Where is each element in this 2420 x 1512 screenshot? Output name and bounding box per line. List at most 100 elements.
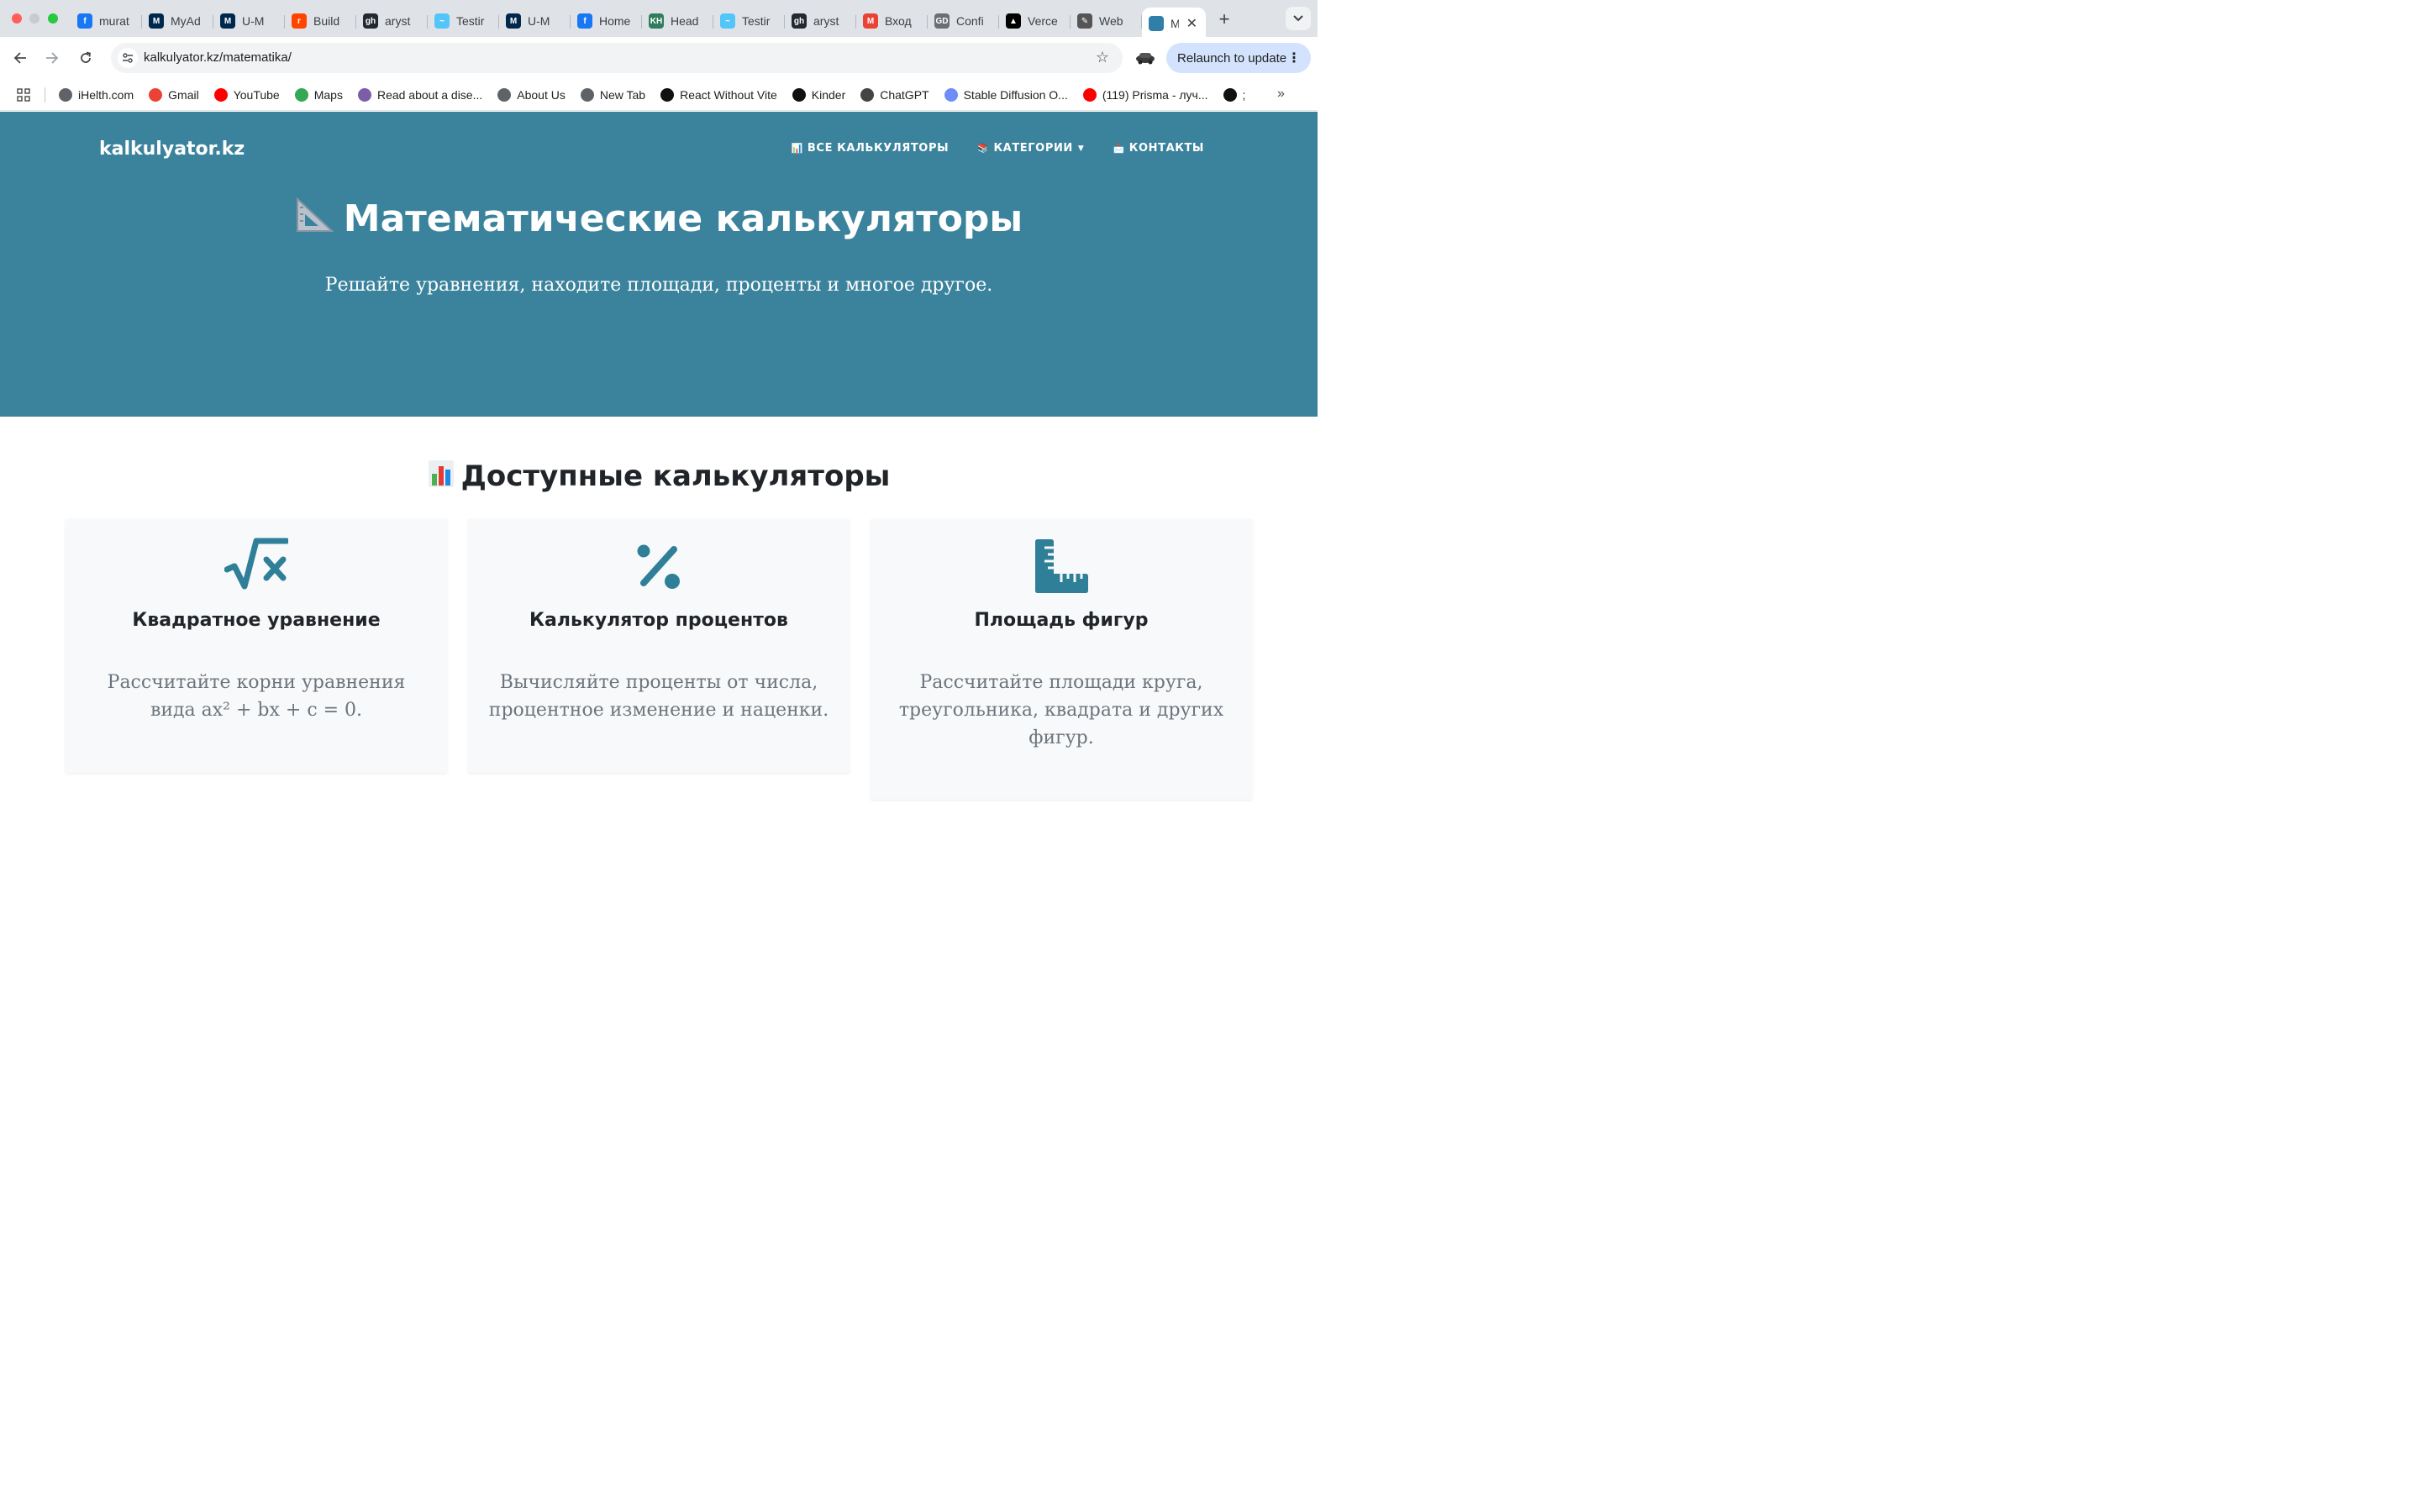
browser-tab[interactable]: M Вход bbox=[856, 8, 928, 34]
square-root-icon bbox=[224, 538, 288, 590]
browser-window: f murat M MyAd M U-M r Build gh aryst ~ Testir M U-M f… bbox=[0, 0, 1318, 823]
browser-tab[interactable]: gh aryst bbox=[356, 8, 428, 34]
calculator-card-percent[interactable]: Калькулятор процентов Вычисляйте процент… bbox=[468, 519, 850, 773]
percent-icon bbox=[637, 544, 680, 589]
bookmark-item[interactable]: Gmail bbox=[149, 88, 199, 102]
tab-title: murat bbox=[99, 14, 129, 28]
bookmark-label: ; bbox=[1242, 88, 1246, 102]
extension-icon[interactable] bbox=[1134, 49, 1156, 66]
close-tab-icon[interactable]: ✕ bbox=[1186, 15, 1197, 32]
browser-tab[interactable]: M U-M bbox=[499, 8, 571, 34]
bookmark-item[interactable]: About Us bbox=[497, 88, 566, 102]
browser-tab[interactable]: f Home bbox=[571, 8, 642, 34]
browser-tab[interactable]: ✎ Web bbox=[1071, 8, 1142, 34]
main-nav: 📊 ВСЕ КАЛЬКУЛЯТОРЫ 📚 КАТЕГОРИИ ▼ 📩 КОНТА… bbox=[763, 142, 1204, 155]
site-info-icon[interactable] bbox=[118, 48, 138, 68]
browser-tab[interactable]: ~ Testir bbox=[428, 8, 499, 34]
browser-tab[interactable]: GD Confi bbox=[928, 8, 999, 34]
bookmark-favicon-icon bbox=[213, 88, 228, 102]
bookmark-item[interactable]: iHelth.com bbox=[59, 88, 134, 102]
tab-favicon-icon: KH bbox=[649, 13, 664, 29]
tab-search-button[interactable] bbox=[1286, 7, 1311, 30]
new-tab-button[interactable]: + bbox=[1213, 8, 1235, 30]
tab-favicon-icon: ~ bbox=[720, 13, 735, 29]
bookmark-item[interactable]: Read about a dise... bbox=[357, 88, 482, 102]
bookmark-star-icon[interactable]: ☆ bbox=[1096, 49, 1109, 66]
bookmark-label: Maps bbox=[313, 88, 343, 102]
page-title: Математические калькуляторы bbox=[0, 197, 1318, 240]
tab-title: Web bbox=[1099, 14, 1123, 28]
nav-label: ВСЕ КАЛЬКУЛЯТОРЫ bbox=[807, 142, 950, 155]
browser-tab[interactable]: gh aryst bbox=[785, 8, 856, 34]
bookmark-favicon-icon bbox=[149, 88, 163, 102]
forward-button[interactable] bbox=[42, 48, 62, 68]
bookmark-item[interactable]: Kinder bbox=[792, 88, 845, 102]
tab-title: Testir bbox=[742, 14, 771, 28]
bookmark-item[interactable]: ChatGPT bbox=[860, 88, 929, 102]
browser-tab[interactable]: r Build bbox=[285, 8, 356, 34]
bookmark-item[interactable]: Stable Diffusion O... bbox=[944, 88, 1068, 102]
tab-title: Confi bbox=[956, 14, 984, 28]
tab-title: MyAd bbox=[171, 14, 201, 28]
browser-tab[interactable]: M U-M bbox=[213, 8, 285, 34]
minimize-window-button[interactable] bbox=[29, 13, 39, 24]
address-bar[interactable]: kalkulyator.kz/matematika/ ☆ bbox=[111, 43, 1123, 73]
more-bookmarks-icon[interactable]: » bbox=[1277, 87, 1285, 102]
tab-title: Head bbox=[671, 14, 699, 28]
bookmark-favicon-icon bbox=[357, 88, 371, 102]
maximize-window-button[interactable] bbox=[48, 13, 58, 24]
apps-grid-icon[interactable] bbox=[17, 88, 30, 102]
tab-list: f murat M MyAd M U-M r Build gh aryst ~ Testir M U-M f… bbox=[71, 5, 1206, 39]
bookmark-item[interactable]: YouTube bbox=[213, 88, 280, 102]
bookmark-favicon-icon bbox=[1082, 88, 1097, 102]
bookmark-item[interactable]: Maps bbox=[294, 88, 343, 102]
card-title: Площадь фигур bbox=[974, 610, 1149, 631]
nav-contacts[interactable]: 📩 КОНТАКТЫ bbox=[1113, 142, 1204, 155]
close-window-button[interactable] bbox=[12, 13, 22, 24]
nav-label: КОНТАКТЫ bbox=[1128, 142, 1204, 155]
browser-tab[interactable]: M MyAd bbox=[142, 8, 213, 34]
site-logo[interactable]: kalkulyator.kz bbox=[99, 139, 245, 160]
card-title: Квадратное уравнение bbox=[132, 610, 381, 631]
browser-toolbar: kalkulyator.kz/matematika/ ☆ Relaunch to… bbox=[0, 37, 1318, 79]
calculator-card-area[interactable]: Площадь фигур Рассчитайте площади круга,… bbox=[871, 519, 1252, 800]
bookmark-item[interactable]: React Without Vite bbox=[660, 88, 777, 102]
bar-chart-icon: 📊 bbox=[791, 143, 803, 154]
arrow-right-icon bbox=[46, 52, 59, 64]
page-subtitle: Решайте уравнения, находите площади, про… bbox=[324, 275, 993, 296]
reload-icon bbox=[81, 51, 91, 63]
tab-favicon-icon: M bbox=[220, 13, 235, 29]
tab-favicon-icon: f bbox=[77, 13, 92, 29]
bookmark-label: Stable Diffusion O... bbox=[963, 88, 1068, 102]
tab-favicon-icon: f bbox=[577, 13, 592, 29]
bar-chart-icon bbox=[428, 460, 454, 487]
relaunch-button[interactable]: Relaunch to update ⋮ bbox=[1166, 43, 1311, 73]
bookmark-item[interactable]: (119) Prisma - луч... bbox=[1082, 88, 1208, 102]
bookmark-item[interactable]: New Tab bbox=[580, 88, 645, 102]
browser-tab[interactable]: ~ Testir bbox=[713, 8, 785, 34]
bookmark-label: ChatGPT bbox=[880, 88, 929, 102]
card-description: Рассчитайте площади круга, треугольника,… bbox=[898, 672, 1224, 748]
browser-tab[interactable]: f murat bbox=[71, 8, 142, 34]
active-browser-tab[interactable]: M ✕ bbox=[1142, 8, 1206, 39]
nav-categories-dropdown[interactable]: 📚 КАТЕГОРИИ ▼ bbox=[977, 142, 1084, 155]
mailbox-icon: 📩 bbox=[1113, 143, 1125, 154]
more-menu-icon[interactable]: ⋮ bbox=[1287, 50, 1301, 66]
tab-title: M bbox=[1171, 17, 1179, 30]
tab-favicon-icon: M bbox=[149, 13, 164, 29]
browser-tab[interactable]: ▲ Verce bbox=[999, 8, 1071, 34]
nav-all-calculators[interactable]: 📊 ВСЕ КАЛЬКУЛЯТОРЫ bbox=[792, 142, 950, 155]
card-description: Рассчитайте корни уравнения вида ax² + b… bbox=[107, 672, 406, 721]
tab-favicon-icon: ✎ bbox=[1077, 13, 1092, 29]
reload-button[interactable] bbox=[76, 48, 96, 68]
bookmark-item[interactable]: ; bbox=[1223, 88, 1246, 102]
browser-tab[interactable]: KH Head bbox=[642, 8, 713, 34]
url-text[interactable]: kalkulyator.kz/matematika/ bbox=[144, 50, 292, 65]
calculator-card-quadratic[interactable]: Квадратное уравнение Рассчитайте корни у… bbox=[66, 519, 447, 773]
tab-title: Verce bbox=[1028, 14, 1058, 28]
bookmark-favicon-icon bbox=[660, 88, 675, 102]
bookmark-favicon-icon bbox=[1223, 88, 1237, 102]
back-button[interactable] bbox=[10, 48, 30, 68]
tab-title: U-M bbox=[242, 14, 265, 28]
nav-label: КАТЕГОРИИ bbox=[993, 142, 1073, 155]
